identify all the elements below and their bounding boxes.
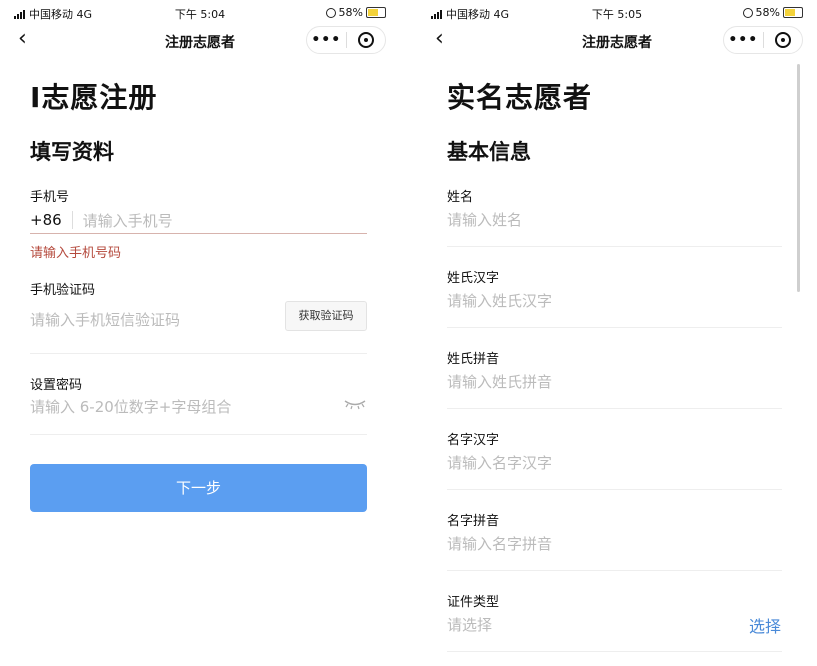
get-code-button[interactable]: 获取验证码 (285, 301, 367, 331)
field-label-given-name-chinese: 名字汉字 (447, 433, 500, 448)
scrollbar[interactable] (797, 64, 800, 292)
more-icon[interactable]: ••• (307, 32, 346, 48)
field-label-name: 姓名 (447, 190, 474, 205)
alarm-icon (742, 7, 753, 18)
phone-error-message: 请输入手机号码 (30, 246, 122, 261)
page-title: I志愿注册 (30, 81, 158, 114)
battery-percent: 58% (755, 6, 780, 19)
field-label-surname-pinyin: 姓氏拼音 (447, 352, 500, 367)
name-input[interactable]: 请输入姓名 (447, 209, 522, 230)
given-name-chinese-input[interactable]: 请输入名字汉字 (447, 452, 552, 473)
surname-pinyin-input[interactable]: 请输入姓氏拼音 (447, 371, 552, 392)
more-icon[interactable]: ••• (724, 32, 763, 48)
register-screen: 中国移动 4G 下午 5:04 58% ‹ 注册志愿者 ••• I志愿注册 填写… (0, 0, 400, 666)
phone-label: 手机号 (30, 190, 70, 205)
close-mini-program-icon[interactable] (764, 32, 803, 48)
password-label: 设置密码 (30, 378, 83, 393)
code-input[interactable]: 请输入手机短信验证码 (30, 309, 180, 330)
mini-program-capsule: ••• (723, 26, 803, 54)
nav-bar: ‹ 注册志愿者 ••• (417, 24, 817, 56)
eye-closed-icon[interactable] (344, 398, 366, 410)
battery-group: 58% (740, 6, 803, 19)
mini-program-capsule: ••• (306, 26, 386, 54)
battery-group: 58% (323, 6, 386, 19)
select-button[interactable]: 选择 (749, 613, 781, 637)
nav-bar: ‹ 注册志愿者 ••• (0, 24, 400, 56)
divider (447, 489, 782, 490)
close-mini-program-icon[interactable] (347, 32, 386, 48)
divider (30, 434, 367, 435)
divider (30, 353, 367, 354)
real-name-screen: 中国移动 4G 下午 5:05 58% ‹ 注册志愿者 ••• 实名志愿者 基本… (417, 0, 817, 666)
battery-icon (783, 7, 803, 18)
alarm-icon (325, 7, 336, 18)
divider (447, 408, 782, 409)
field-label-surname-chinese: 姓氏汉字 (447, 271, 500, 286)
divider (447, 570, 782, 571)
id-type-select[interactable]: 请选择 (447, 614, 492, 635)
battery-icon (366, 7, 386, 18)
field-label-id-type: 证件类型 (447, 595, 500, 610)
given-name-pinyin-input[interactable]: 请输入名字拼音 (447, 533, 552, 554)
password-input[interactable]: 请输入 6-20位数字+字母组合 (30, 396, 231, 417)
phone-input[interactable]: 请输入手机号 (83, 210, 173, 231)
phone-input-row[interactable]: +86 请输入手机号 (30, 207, 367, 234)
next-button[interactable]: 下一步 (30, 464, 367, 512)
divider (447, 246, 782, 247)
battery-percent: 58% (338, 6, 363, 19)
status-bar: 中国移动 4G 下午 5:05 58% (417, 0, 817, 24)
country-code[interactable]: +86 (30, 211, 73, 229)
page-title: 实名志愿者 (447, 81, 593, 114)
section-title: 填写资料 (30, 140, 114, 164)
status-bar: 中国移动 4G 下午 5:04 58% (0, 0, 400, 24)
section-title: 基本信息 (447, 140, 531, 164)
field-label-given-name-pinyin: 名字拼音 (447, 514, 500, 529)
surname-chinese-input[interactable]: 请输入姓氏汉字 (447, 290, 552, 311)
divider (447, 651, 782, 652)
code-label: 手机验证码 (30, 283, 96, 298)
divider (447, 327, 782, 328)
